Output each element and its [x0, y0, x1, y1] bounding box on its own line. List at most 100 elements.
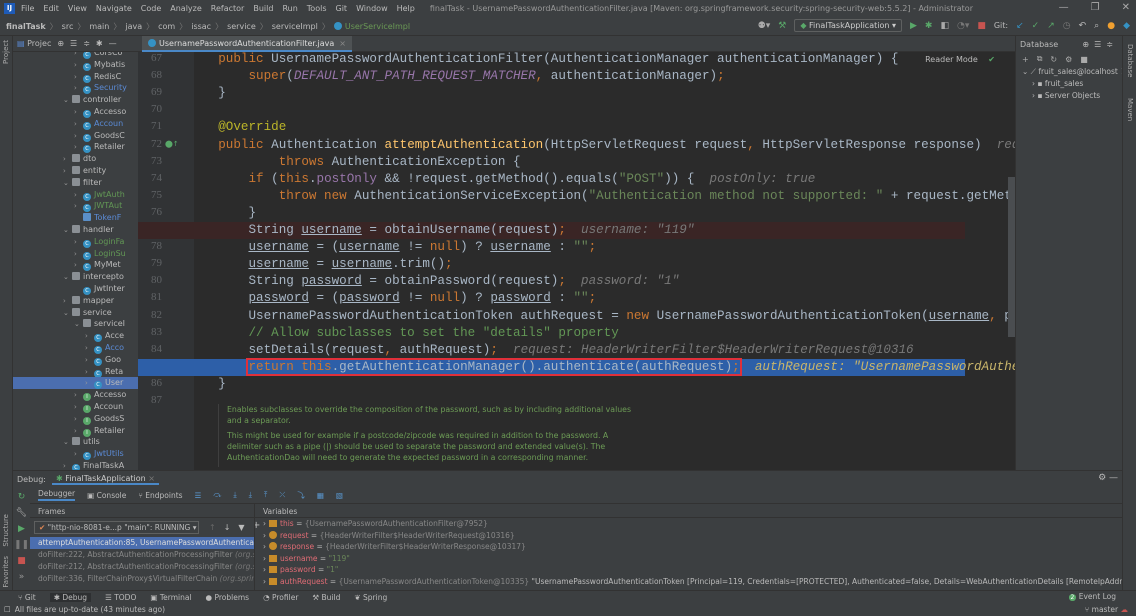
chevron-right-icon[interactable]: ›	[74, 259, 83, 271]
reader-mode-button[interactable]: Reader Mode ✔	[925, 55, 995, 64]
variable-row[interactable]: › username = "119"	[255, 553, 1122, 565]
chevron-right-icon[interactable]: ›	[85, 377, 94, 389]
stop-icon[interactable]: ■	[977, 21, 986, 31]
chevron-right-icon[interactable]: ›	[74, 413, 83, 425]
chevron-right-icon[interactable]: ›	[74, 118, 83, 130]
maven-tool-button[interactable]: Maven	[1126, 98, 1134, 121]
variable-row[interactable]: › response = {HeaderWriterFilter$HeaderWr…	[255, 541, 1122, 553]
refresh-icon[interactable]: ↻	[1050, 55, 1057, 64]
chevron-right-icon[interactable]: ›	[63, 295, 72, 307]
frame-item[interactable]: doFilter:212, AbstractAuthenticationProc…	[30, 561, 254, 573]
thread-select[interactable]: ✔ "http-nio-8081-e...p "main": RUNNING ▾	[34, 521, 199, 534]
copy-icon[interactable]: ⧉	[1037, 54, 1043, 64]
menu-run[interactable]: Run	[282, 4, 297, 13]
add-watch-icon[interactable]: +	[255, 520, 260, 531]
chevron-right-icon[interactable]: ›	[74, 71, 83, 83]
breadcrumb-item[interactable]: issac	[191, 22, 211, 31]
user-icon[interactable]: ⚉▾	[758, 21, 771, 31]
chevron-right-icon[interactable]: ›	[74, 401, 83, 413]
tree-item[interactable]: › C Retailer	[13, 141, 138, 154]
git-branch[interactable]: ⑂ master ☁	[1085, 605, 1128, 614]
breadcrumb-item[interactable]: serviceImpl	[272, 22, 318, 31]
breadcrumb-item[interactable]: finalTask	[6, 22, 46, 31]
tree-item[interactable]: ⌄ controller	[13, 94, 138, 106]
tree-item[interactable]: › C Acce	[13, 330, 138, 343]
breadcrumb-item[interactable]: src	[62, 22, 74, 31]
chevron-right-icon[interactable]: ›	[63, 165, 72, 177]
tab-endpoints[interactable]: ⑂ Endpoints	[138, 491, 182, 500]
chevron-right-icon[interactable]: ›	[74, 106, 83, 118]
chevron-down-icon[interactable]: ⌄	[63, 224, 72, 236]
menu-help[interactable]: Help	[397, 4, 415, 13]
chevron-right-icon[interactable]: ›	[85, 342, 94, 354]
chevron-right-icon[interactable]: ›	[74, 200, 83, 212]
run-icon[interactable]: ▶	[910, 21, 917, 31]
variable-row[interactable]: › this = {UsernamePasswordAuthenticationF…	[255, 518, 1122, 530]
tree-item[interactable]: › C User	[13, 377, 138, 390]
tree-item[interactable]: ⌄ handler	[13, 224, 138, 236]
run-configuration-select[interactable]: ◆ FinalTaskApplication ▾	[794, 19, 902, 32]
breadcrumb-item[interactable]: java	[125, 22, 142, 31]
close-tab-icon[interactable]: ×	[339, 39, 346, 48]
chevron-down-icon[interactable]: ⌄	[74, 318, 83, 330]
expand-chevron-icon[interactable]: ›	[263, 565, 266, 574]
filter-icon[interactable]: ▼	[238, 523, 244, 532]
down-arrow-icon[interactable]: ↓	[224, 523, 231, 532]
chevron-down-icon[interactable]: ⌄	[63, 436, 72, 448]
trace-icon[interactable]: ▧	[336, 491, 343, 500]
git-update-icon[interactable]: ↙	[1016, 21, 1024, 31]
tool-window-debug[interactable]: ✱ Debug	[49, 592, 92, 602]
frame-item[interactable]: doFilter:222, AbstractAuthenticationProc…	[30, 549, 254, 561]
chevron-right-icon[interactable]: ›	[74, 236, 83, 248]
expand-chevron-icon[interactable]: ›	[263, 542, 266, 551]
tree-item[interactable]: › I Retailer	[13, 425, 138, 437]
properties-icon[interactable]: ⚙	[1065, 55, 1072, 64]
chevron-right-icon[interactable]: ›	[63, 153, 72, 165]
tree-item[interactable]: › I GoodsS	[13, 413, 138, 425]
show-execution-point-icon[interactable]: ☰	[195, 491, 202, 500]
chevron-right-icon[interactable]: ›	[74, 389, 83, 401]
chevron-icon[interactable]: ⌄	[1022, 67, 1031, 76]
tree-item[interactable]: TokenF	[13, 212, 138, 224]
menu-refactor[interactable]: Refactor	[211, 4, 245, 13]
step-out-icon[interactable]: ⤒	[264, 490, 267, 500]
expand-chevron-icon[interactable]: ›	[263, 531, 266, 540]
rollback-icon[interactable]: ↶	[1079, 21, 1087, 31]
tree-item[interactable]: › entity	[13, 165, 138, 177]
tree-item[interactable]: › I Accoun	[13, 401, 138, 413]
chevron-right-icon[interactable]: ›	[74, 141, 83, 153]
database-tree-item[interactable]: ⌄ ⟋ fruit_sales@localhost1	[1016, 66, 1126, 78]
tree-item[interactable]: › C Goo	[13, 354, 138, 366]
minimize-button[interactable]: —	[1059, 2, 1069, 13]
breadcrumb-item[interactable]: service	[227, 22, 256, 31]
tree-item[interactable]: › C Acco	[13, 342, 138, 354]
run-to-cursor-icon[interactable]: ⤵	[297, 490, 305, 501]
tree-item[interactable]: › C Reta	[13, 366, 138, 378]
database-tool-button[interactable]: Database	[1126, 44, 1134, 77]
tool-window-terminal[interactable]: ▣ Terminal	[150, 593, 191, 602]
expand-chevron-icon[interactable]: ›	[263, 554, 266, 563]
chevron-down-icon[interactable]: ⌄	[63, 177, 72, 189]
menu-window[interactable]: Window	[356, 4, 388, 13]
debug-session-tab[interactable]: ✱ FinalTaskApplication ×	[52, 474, 159, 485]
tree-item[interactable]: › C Accoun	[13, 118, 138, 130]
tool-window-build[interactable]: ⚒ Build	[312, 593, 340, 602]
code-editor[interactable]: 676869707172⬤↑7374757677●787980818283848…	[138, 52, 1015, 470]
update-icon[interactable]: ●	[1107, 21, 1115, 31]
tree-item[interactable]: › C Security	[13, 82, 138, 95]
tree-item[interactable]: › C LoginFa	[13, 236, 138, 248]
debug-settings-icon[interactable]: ⚙ —	[1098, 473, 1118, 483]
git-commit-icon[interactable]: ✓	[1032, 21, 1040, 31]
tool-window-profiler[interactable]: ◔ Profiler	[263, 593, 298, 602]
event-log-button[interactable]: 2 Event Log	[1068, 592, 1116, 601]
breadcrumb-item[interactable]: main	[89, 22, 109, 31]
menu-git[interactable]: Git	[336, 4, 348, 13]
search-icon[interactable]: ⌕	[1094, 21, 1099, 31]
variable-row[interactable]: › request = {HeaderWriterFilter$HeaderWri…	[255, 530, 1122, 542]
tab-debugger[interactable]: Debugger	[38, 489, 76, 501]
pause-icon[interactable]: ❚❚	[14, 540, 29, 550]
menu-code[interactable]: Code	[141, 4, 161, 13]
chevron-right-icon[interactable]: ›	[74, 59, 83, 71]
gear-icon[interactable]: ✱	[96, 39, 103, 48]
force-step-into-icon[interactable]: ⤓	[249, 490, 252, 500]
